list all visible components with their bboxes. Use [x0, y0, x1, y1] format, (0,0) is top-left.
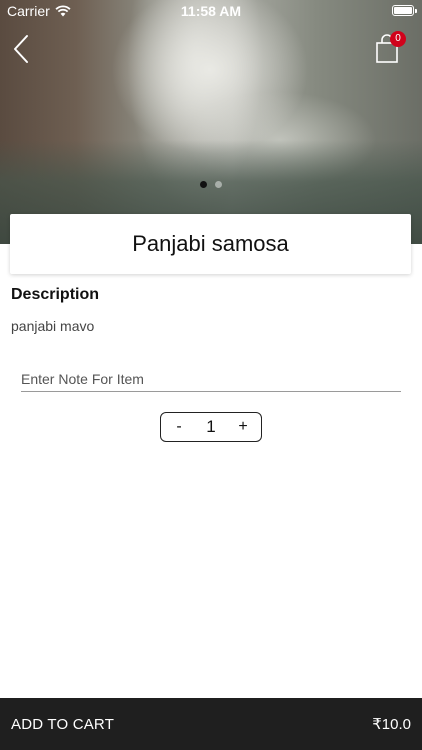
item-note-input[interactable] [21, 366, 401, 392]
quantity-value: 1 [206, 417, 216, 436]
status-time: 11:58 AM [180, 3, 242, 19]
carousel-dot[interactable] [215, 181, 222, 188]
item-title-card: Panjabi samosa [10, 214, 411, 274]
battery-icon [392, 5, 417, 16]
add-to-cart-button[interactable]: ADD TO CART [11, 716, 114, 733]
cart-button[interactable]: 0 [370, 31, 406, 66]
back-button[interactable] [10, 32, 38, 66]
chevron-left-icon [14, 35, 28, 63]
cart-count-badge: 0 [390, 31, 406, 47]
quantity-stepper: - 1 + [160, 412, 262, 442]
status-bar: Carrier 11:58 AM [0, 0, 422, 22]
carousel-dot[interactable] [200, 181, 207, 188]
description-heading: Description [11, 286, 100, 303]
description-text: panjabi mavo [11, 318, 95, 334]
add-to-cart-bar: ADD TO CART ₹10.0 [0, 698, 422, 750]
carousel-page-indicator[interactable] [0, 181, 422, 188]
increase-quantity-button[interactable]: + [233, 418, 253, 436]
item-title: Panjabi samosa [132, 231, 289, 256]
item-image-carousel[interactable] [0, 0, 422, 244]
decrease-quantity-button[interactable]: - [169, 418, 189, 436]
item-price: ₹10.0 [372, 716, 411, 733]
